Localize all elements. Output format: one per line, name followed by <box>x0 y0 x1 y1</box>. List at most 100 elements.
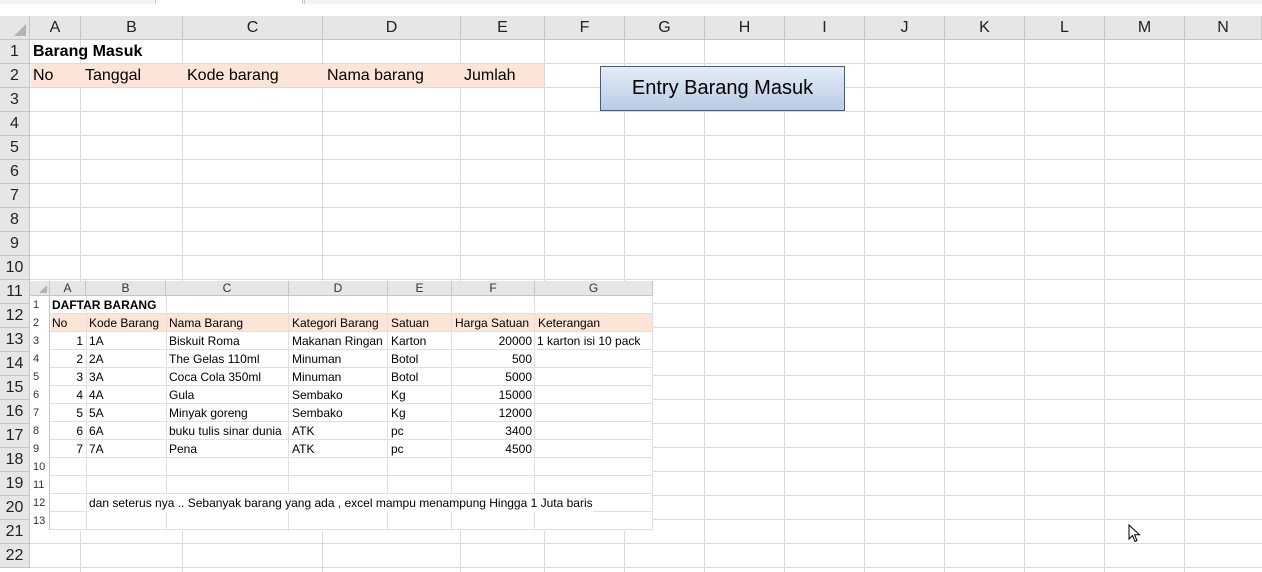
picture-col-header: C <box>166 281 289 296</box>
item-harga: 20000 <box>498 334 532 348</box>
picture-header-nama-barang: Nama Barang <box>169 316 244 330</box>
col-header-c[interactable]: C <box>183 16 323 40</box>
item-satuan: Kg <box>391 388 406 402</box>
col-header-l[interactable]: L <box>1025 16 1105 40</box>
row-header-18[interactable]: 18 <box>0 448 30 472</box>
item-kategori: Sembako <box>292 406 343 420</box>
picture-header-satuan: Satuan <box>391 316 430 330</box>
row-header-17[interactable]: 17 <box>0 424 30 448</box>
header-jumlah[interactable]: Jumlah <box>464 64 516 88</box>
item-harga: 4500 <box>505 442 532 456</box>
select-all-corner[interactable] <box>0 16 30 40</box>
row-header-5[interactable]: 5 <box>0 136 30 160</box>
item-harga: 5000 <box>505 370 532 384</box>
item-kategori: Sembako <box>292 388 343 402</box>
item-no: 1 <box>76 334 83 348</box>
row-header-14[interactable]: 14 <box>0 352 30 376</box>
row-header-19[interactable]: 19 <box>0 472 30 496</box>
row-header-3[interactable]: 3 <box>0 88 30 112</box>
col-header-k[interactable]: K <box>945 16 1025 40</box>
mouse-pointer-icon <box>1128 524 1141 543</box>
col-header-b[interactable]: B <box>81 16 183 40</box>
item-nama: Pena <box>169 442 198 456</box>
item-nama: Biskuit Roma <box>169 334 240 348</box>
item-kode: 3A <box>89 370 104 384</box>
item-nama: Gula <box>169 388 195 402</box>
picture-row-header: 11 <box>30 476 50 494</box>
sheet-title[interactable]: Barang Masuk <box>33 40 142 64</box>
item-satuan: Botol <box>391 370 419 384</box>
picture-title: DAFTAR BARANG <box>52 298 157 312</box>
item-kategori: ATK <box>292 424 315 438</box>
item-no: 5 <box>76 406 83 420</box>
entry-barang-masuk-button[interactable]: Entry Barang Masuk <box>600 66 845 111</box>
col-header-d[interactable]: D <box>323 16 461 40</box>
col-header-n[interactable]: N <box>1185 16 1262 40</box>
row-header-12[interactable]: 12 <box>0 304 30 328</box>
row-header-1[interactable]: 1 <box>0 40 30 64</box>
col-header-i[interactable]: I <box>785 16 865 40</box>
row-header-4[interactable]: 4 <box>0 112 30 136</box>
header-tanggal[interactable]: Tanggal <box>85 64 141 88</box>
picture-row-header: 5 <box>30 368 50 386</box>
col-header-h[interactable]: H <box>705 16 785 40</box>
row-header-20[interactable]: 20 <box>0 496 30 520</box>
row-header-2[interactable]: 2 <box>0 64 30 88</box>
picture-row-header: 12 <box>30 494 50 512</box>
sheet-tab-strip <box>0 0 1262 4</box>
col-header-j[interactable]: J <box>865 16 945 40</box>
item-kategori: Minuman <box>292 370 342 384</box>
picture-col-header: A <box>50 281 86 296</box>
row-header-8[interactable]: 8 <box>0 208 30 232</box>
picture-row-header: 7 <box>30 404 50 422</box>
item-no: 3 <box>76 370 83 384</box>
row-header-11[interactable]: 11 <box>0 280 30 304</box>
row-header-21[interactable]: 21 <box>0 520 30 544</box>
item-kode: 7A <box>89 442 104 456</box>
item-satuan: Kg <box>391 406 406 420</box>
item-kode: 5A <box>89 406 104 420</box>
row-header-6[interactable]: 6 <box>0 160 30 184</box>
picture-col-header: F <box>452 281 535 296</box>
row-header-15[interactable]: 15 <box>0 376 30 400</box>
col-header-e[interactable]: E <box>461 16 545 40</box>
row-header-22[interactable]: 22 <box>0 544 30 568</box>
row-header-7[interactable]: 7 <box>0 184 30 208</box>
picture-header-harga: Harga Satuan <box>455 316 530 330</box>
row-header-13[interactable]: 13 <box>0 328 30 352</box>
col-header-f[interactable]: F <box>545 16 625 40</box>
item-kategori: Makanan Ringan <box>292 334 383 348</box>
daftar-barang-picture[interactable]: A B C D E F G 1 2 3 4 5 6 7 8 9 10 11 12… <box>30 281 653 531</box>
col-header-m[interactable]: M <box>1105 16 1185 40</box>
picture-corner <box>30 281 50 296</box>
header-no[interactable]: No <box>33 64 53 88</box>
item-satuan: pc <box>391 424 404 438</box>
picture-header-no: No <box>52 316 68 330</box>
row-header-10[interactable]: 10 <box>0 256 30 280</box>
picture-col-header: G <box>535 281 653 296</box>
picture-row-header: 13 <box>30 512 50 530</box>
header-nama-barang[interactable]: Nama barang <box>327 64 424 88</box>
picture-col-header: E <box>388 281 452 296</box>
picture-row-header: 4 <box>30 350 50 368</box>
col-header-g[interactable]: G <box>625 16 705 40</box>
header-kode-barang[interactable]: Kode barang <box>187 64 279 88</box>
item-nama: Coca Cola 350ml <box>169 370 262 384</box>
item-kode: 4A <box>89 388 104 402</box>
picture-row-header: 2 <box>30 314 50 332</box>
row-header-9[interactable]: 9 <box>0 232 30 256</box>
row-header-16[interactable]: 16 <box>0 400 30 424</box>
item-satuan: Karton <box>391 334 427 348</box>
sheet-tab[interactable] <box>155 0 303 4</box>
picture-header-keterangan: Keterangan <box>538 316 601 330</box>
item-harga: 3400 <box>505 424 532 438</box>
col-header-a[interactable]: A <box>30 16 81 40</box>
item-nama: The Gelas 110ml <box>169 352 260 366</box>
picture-row-header: 8 <box>30 422 50 440</box>
picture-row-header: 1 <box>30 296 50 314</box>
item-no: 6 <box>76 424 83 438</box>
item-satuan: pc <box>391 442 404 456</box>
picture-note: dan seterus nya .. Sebanyak barang yang … <box>89 494 593 512</box>
item-kategori: Minuman <box>292 352 342 366</box>
item-no: 4 <box>76 388 83 402</box>
